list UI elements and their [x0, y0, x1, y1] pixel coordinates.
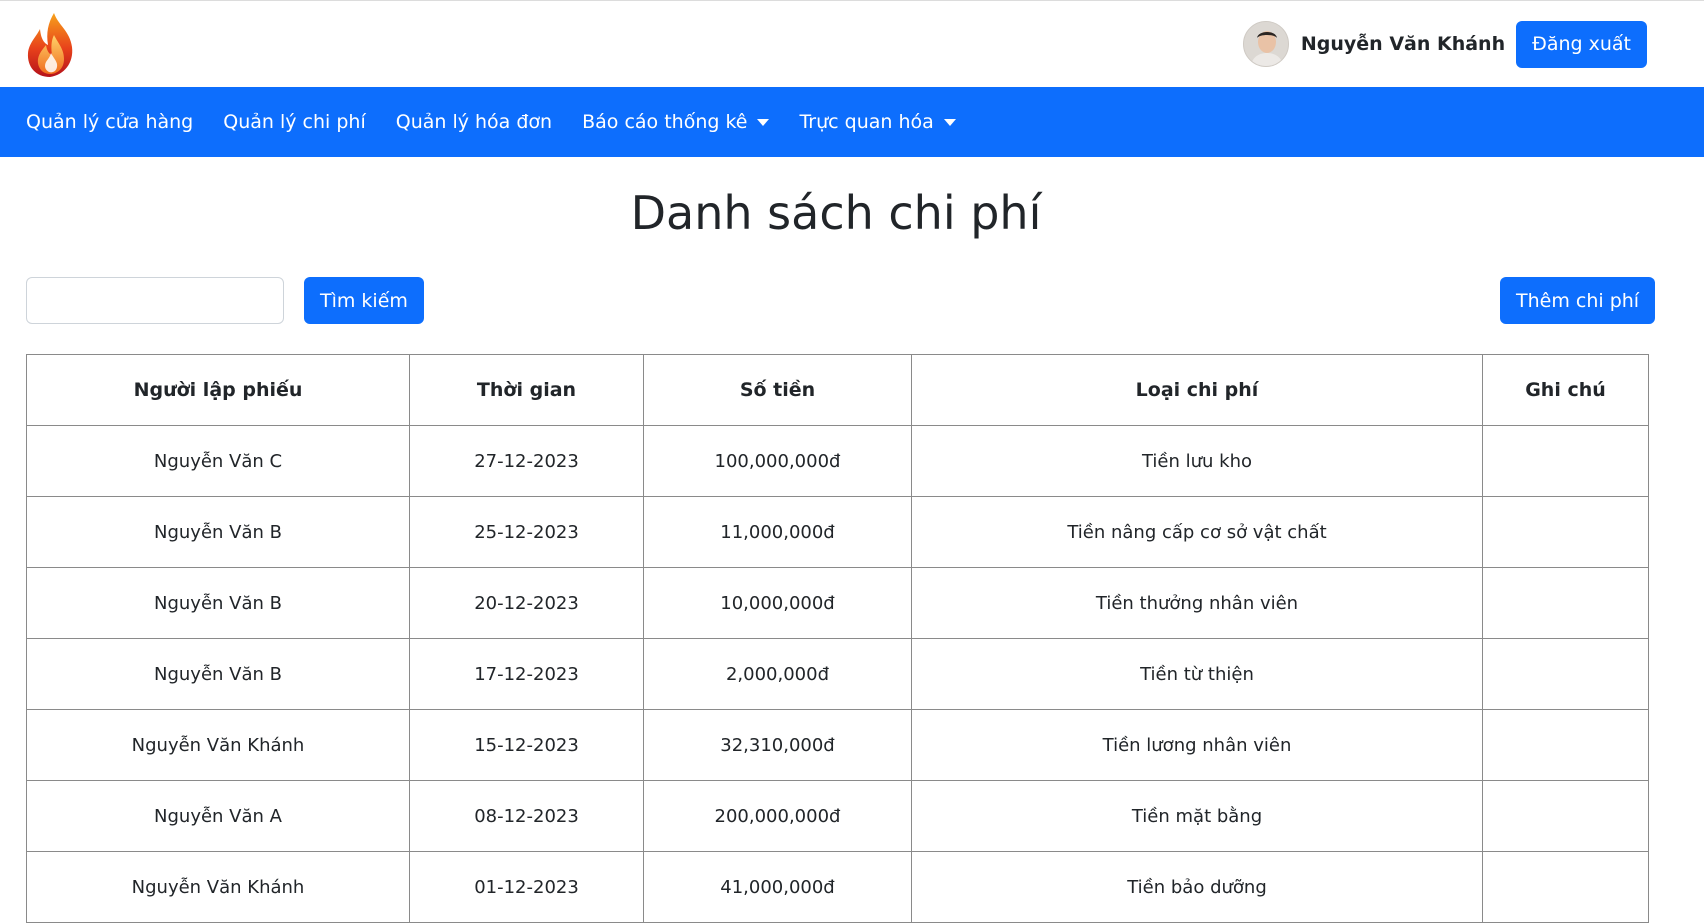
table-row[interactable]: Nguyễn Văn C 27-12-2023 100,000,000đ Tiề… [26, 425, 1649, 497]
cell-time: 08-12-2023 [409, 780, 644, 852]
cell-time: 15-12-2023 [409, 709, 644, 781]
top-header: Nguyễn Văn Khánh Đăng xuất [0, 0, 1704, 87]
cell-type: Tiền lương nhân viên [911, 709, 1483, 781]
cell-amount: 10,000,000đ [643, 567, 912, 639]
cell-type: Tiền nâng cấp cơ sở vật chất [911, 496, 1483, 568]
table-row[interactable]: Nguyễn Văn B 20-12-2023 10,000,000đ Tiền… [26, 567, 1649, 639]
nav-label: Quản lý chi phí [223, 111, 366, 133]
nav-visualization-dropdown[interactable]: Trực quan hóa [799, 111, 956, 133]
cell-amount: 41,000,000đ [643, 851, 912, 923]
table-row[interactable]: Nguyễn Văn A 08-12-2023 200,000,000đ Tiề… [26, 780, 1649, 852]
cell-note [1482, 496, 1649, 568]
table-row[interactable]: Nguyễn Văn B 17-12-2023 2,000,000đ Tiền … [26, 638, 1649, 710]
table-row[interactable]: Nguyễn Văn B 25-12-2023 11,000,000đ Tiền… [26, 496, 1649, 568]
cell-type: Tiền lưu kho [911, 425, 1483, 497]
cell-note [1482, 851, 1649, 923]
page-title: Danh sách chi phí [630, 186, 1042, 240]
col-header-note[interactable]: Ghi chú [1482, 354, 1649, 426]
nav-expense-management[interactable]: Quản lý chi phí [223, 111, 365, 133]
nav-reports-dropdown[interactable]: Báo cáo thống kê [582, 111, 770, 133]
table-row[interactable]: Nguyễn Văn Khánh 15-12-2023 32,310,000đ … [26, 709, 1649, 781]
user-area: Nguyễn Văn Khánh Đăng xuất [1242, 20, 1647, 68]
cell-creator: Nguyễn Văn A [26, 780, 410, 852]
cell-amount: 32,310,000đ [643, 709, 912, 781]
avatar[interactable] [1242, 21, 1289, 67]
cell-amount: 2,000,000đ [643, 638, 912, 710]
nav-store-management[interactable]: Quản lý cửa hàng [26, 111, 193, 133]
cell-time: 27-12-2023 [409, 425, 644, 497]
cell-creator: Nguyễn Văn B [26, 638, 410, 710]
cell-note [1482, 780, 1649, 852]
user-name: Nguyễn Văn Khánh [1300, 33, 1506, 55]
col-header-amount[interactable]: Số tiền [643, 354, 912, 426]
nav-label: Quản lý hóa đơn [395, 111, 553, 133]
cell-creator: Nguyễn Văn C [26, 425, 410, 497]
cell-type: Tiền thưởng nhân viên [911, 567, 1483, 639]
main-navbar: Quản lý cửa hàng Quản lý chi phí Quản lý… [0, 87, 1704, 157]
cell-type: Tiền từ thiện [911, 638, 1483, 710]
cell-time: 01-12-2023 [409, 851, 644, 923]
cell-note [1482, 425, 1649, 497]
nav-label: Báo cáo thống kê [582, 111, 748, 133]
caret-down-icon [943, 118, 956, 126]
flame-logo-icon[interactable] [24, 11, 78, 79]
cell-amount: 11,000,000đ [643, 496, 912, 568]
nav-invoice-management[interactable]: Quản lý hóa đơn [396, 111, 552, 133]
cell-time: 20-12-2023 [409, 567, 644, 639]
caret-down-icon [757, 118, 770, 126]
nav-label: Trực quan hóa [799, 111, 934, 133]
search-button[interactable]: Tìm kiếm [304, 277, 424, 324]
logout-button[interactable]: Đăng xuất [1516, 20, 1647, 68]
cell-type: Tiền mặt bằng [911, 780, 1483, 852]
cell-creator: Nguyễn Văn Khánh [26, 851, 410, 923]
cell-creator: Nguyễn Văn B [26, 567, 410, 639]
cell-note [1482, 638, 1649, 710]
search-input[interactable] [26, 277, 284, 324]
cell-amount: 100,000,000đ [643, 425, 912, 497]
cell-time: 17-12-2023 [409, 638, 644, 710]
table-header-row: Người lập phiếu Thời gian Số tiền Loại c… [26, 354, 1649, 426]
add-expense-button[interactable]: Thêm chi phí [1500, 277, 1656, 324]
cell-note [1482, 709, 1649, 781]
cell-note [1482, 567, 1649, 639]
cell-creator: Nguyễn Văn B [26, 496, 410, 568]
nav-label: Quản lý cửa hàng [26, 111, 194, 133]
cell-type: Tiền bảo dưỡng [911, 851, 1483, 923]
cell-creator: Nguyễn Văn Khánh [26, 709, 410, 781]
col-header-time[interactable]: Thời gian [409, 354, 644, 426]
cell-amount: 200,000,000đ [643, 780, 912, 852]
expense-table: Người lập phiếu Thời gian Số tiền Loại c… [26, 354, 1649, 923]
table-row[interactable]: Nguyễn Văn Khánh 01-12-2023 41,000,000đ … [26, 851, 1649, 923]
cell-time: 25-12-2023 [409, 496, 644, 568]
col-header-creator[interactable]: Người lập phiếu [26, 354, 410, 426]
col-header-type[interactable]: Loại chi phí [911, 354, 1483, 426]
